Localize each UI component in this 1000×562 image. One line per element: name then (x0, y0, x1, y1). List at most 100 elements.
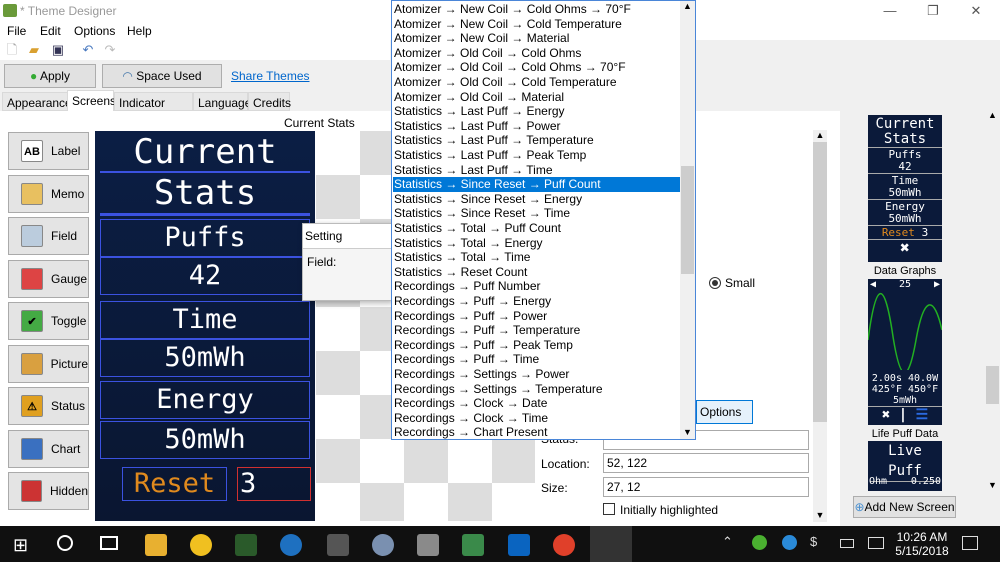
preview-reset-value[interactable]: 3 (237, 467, 311, 501)
tool-field-button[interactable]: Field (8, 217, 89, 255)
tool-chart-button[interactable]: Chart (8, 429, 89, 468)
preview-energy-value[interactable]: 50mWh (100, 421, 310, 459)
dropdown-option[interactable]: Recordings → Settings → Power (393, 367, 680, 382)
tool-picture-button[interactable]: Picture (8, 344, 89, 383)
dropdown-option[interactable]: Recordings → Puff → Peak Temp (393, 338, 680, 353)
tab-credits[interactable]: Credits (248, 92, 291, 111)
skype-icon[interactable] (782, 535, 797, 550)
menu-options[interactable]: Options (74, 24, 115, 38)
battery-icon[interactable] (840, 539, 854, 548)
dropdown-option[interactable]: Statistics → Last Puff → Power (393, 119, 680, 134)
dropdown-option[interactable]: Atomizer → New Coil → Cold Temperature (393, 17, 680, 32)
maximize-button[interactable]: ❐ (923, 3, 943, 19)
space-used-button[interactable]: ◠ Space Used (102, 64, 222, 88)
close-button[interactable]: ✕ (966, 3, 986, 19)
theme-designer-task[interactable] (590, 526, 632, 562)
tab-language[interactable]: Language (193, 92, 251, 111)
app-icon-norton[interactable] (190, 534, 212, 556)
new-file-icon[interactable]: 🗋 (4, 42, 20, 58)
open-folder-icon[interactable]: ▰ (26, 42, 42, 58)
scroll-down-icon[interactable]: ▼ (813, 510, 827, 520)
dropdown-option[interactable]: Atomizer → Old Coil → Cold Ohms → 70°F (393, 60, 680, 75)
dropdown-option[interactable]: Atomizer → New Coil → Material (393, 31, 680, 46)
preview-title-2[interactable]: Stats (100, 173, 310, 216)
sync-icon[interactable] (752, 535, 767, 550)
dropdown-option[interactable]: Statistics → Since Reset → Energy (393, 192, 680, 207)
scroll-up-icon[interactable]: ▲ (680, 1, 695, 11)
tool-hidden-button[interactable]: Hidden (8, 472, 89, 510)
show-hidden-icons[interactable]: ⌃ (722, 534, 733, 550)
dropdown-option[interactable]: Statistics → Total → Energy (393, 236, 680, 251)
dropdown-option[interactable]: Statistics → Since Reset → Time (393, 206, 680, 221)
dropdown-option[interactable]: Recordings → Puff Number (393, 279, 680, 294)
properties-scrollbar[interactable]: ▲ ▼ (813, 130, 827, 522)
tool-gauge-button[interactable]: Gauge (8, 259, 89, 298)
location-field[interactable]: 52, 122 (603, 453, 809, 473)
dropdown-option[interactable]: Statistics → Total → Puff Count (393, 221, 680, 236)
redo-icon[interactable]: ↷ (102, 42, 118, 58)
scrollbar-thumb[interactable] (986, 366, 999, 404)
chrome-icon[interactable] (553, 534, 575, 556)
apply-button[interactable]: ● Apply (4, 64, 96, 88)
add-new-screen-button[interactable]: ⊕Add New Screen (853, 496, 956, 518)
preview-time[interactable]: Time (100, 301, 310, 339)
menu-file[interactable]: File (7, 24, 26, 38)
preview-time-value[interactable]: 50mWh (100, 339, 310, 377)
dropdown-option[interactable]: Recordings → Clock → Date (393, 396, 680, 411)
file-explorer-icon[interactable] (145, 534, 167, 556)
dropdown-scrollbar[interactable]: ▲ ▼ (680, 1, 695, 439)
app-icon-paint[interactable] (372, 534, 394, 556)
dropdown-option[interactable]: Statistics → Last Puff → Peak Temp (393, 148, 680, 163)
screen-thumb-life-puff[interactable]: Live Puff Ohm 0.250 (868, 441, 942, 491)
tab-appearance[interactable]: Appearance (2, 92, 72, 111)
screen-thumb-current-stats[interactable]: Current Stats Puffs 42 Time 50mWh Energy… (868, 115, 942, 262)
preview-puffs-value[interactable]: 42 (100, 257, 310, 295)
dropdown-option[interactable]: Atomizer → Old Coil → Material (393, 90, 680, 105)
dropdown-option[interactable]: Recordings → Puff → Energy (393, 294, 680, 309)
dropdown-option[interactable]: Statistics → Last Puff → Temperature (393, 133, 680, 148)
action-center-icon[interactable] (962, 536, 978, 550)
scroll-up-icon[interactable]: ▲ (813, 130, 827, 140)
tab-indicator-light[interactable]: Indicator Light (114, 92, 193, 124)
app-icon-dollar[interactable] (235, 534, 257, 556)
edge-icon[interactable] (280, 534, 302, 556)
dropdown-option[interactable]: Atomizer → New Coil → Cold Ohms → 70°F (393, 2, 680, 17)
save-icon[interactable]: ▣ (50, 42, 66, 58)
dropdown-option[interactable]: Recordings → Puff → Temperature (393, 323, 680, 338)
menu-edit[interactable]: Edit (40, 24, 61, 38)
preview-puffs[interactable]: Puffs (100, 219, 310, 257)
scroll-down-icon[interactable]: ▼ (985, 480, 1000, 490)
tool-toggle-button[interactable]: ✔ Toggle (8, 302, 89, 340)
scroll-down-icon[interactable]: ▼ (680, 427, 695, 437)
dropdown-option[interactable]: Recordings → Clock → Time (393, 411, 680, 426)
network-icon[interactable] (868, 537, 884, 549)
preview-energy[interactable]: Energy (100, 381, 310, 419)
clock[interactable]: 10:26 AM 5/15/2018 (893, 530, 951, 558)
scroll-up-icon[interactable]: ▲ (985, 110, 1000, 120)
size-field[interactable]: 27, 12 (603, 477, 809, 497)
dropdown-option[interactable]: Recordings → Puff → Time (393, 352, 680, 367)
dropdown-option[interactable]: Statistics → Last Puff → Energy (393, 104, 680, 119)
tool-memo-button[interactable]: Memo (8, 174, 89, 213)
task-view-icon[interactable] (100, 536, 118, 550)
undo-icon[interactable]: ↶ (80, 42, 96, 58)
dropdown-option[interactable]: Statistics → Last Puff → Time (393, 163, 680, 178)
initially-highlighted-checkbox[interactable] (603, 503, 615, 515)
tool-status-button[interactable]: ⚠ Status (8, 387, 89, 425)
dropdown-option[interactable]: Recordings → Settings → Temperature (393, 382, 680, 397)
dropdown-option[interactable]: Recordings → Puff → Power (393, 309, 680, 324)
screens-list-scrollbar[interactable]: ▲ ▼ (985, 110, 1000, 492)
dropdown-option[interactable]: Statistics → Since Reset → Puff Count (393, 177, 680, 192)
dropdown-option[interactable]: Recordings → Chart Present (393, 425, 680, 440)
outlook-icon[interactable] (508, 534, 530, 556)
start-icon[interactable]: ⊞ (13, 535, 28, 556)
scrollbar-thumb[interactable] (813, 142, 827, 422)
preview-reset-label[interactable]: Reset (122, 467, 227, 501)
preview-title-1[interactable]: Current (100, 133, 310, 173)
calculator-icon[interactable] (327, 534, 349, 556)
screen-preview[interactable]: Current Stats Puffs 42 Time 50mWh Energy… (95, 131, 315, 521)
screen-thumb-data-graphs[interactable]: ◀ 25 ▶ 2.00s 40.0W 425°F 450°F 5mWh ✖ | ☰ (867, 279, 943, 425)
dropdown-option[interactable]: Statistics → Reset Count (393, 265, 680, 280)
app-icon-chart[interactable] (462, 534, 484, 556)
app-icon-tools[interactable] (417, 534, 439, 556)
